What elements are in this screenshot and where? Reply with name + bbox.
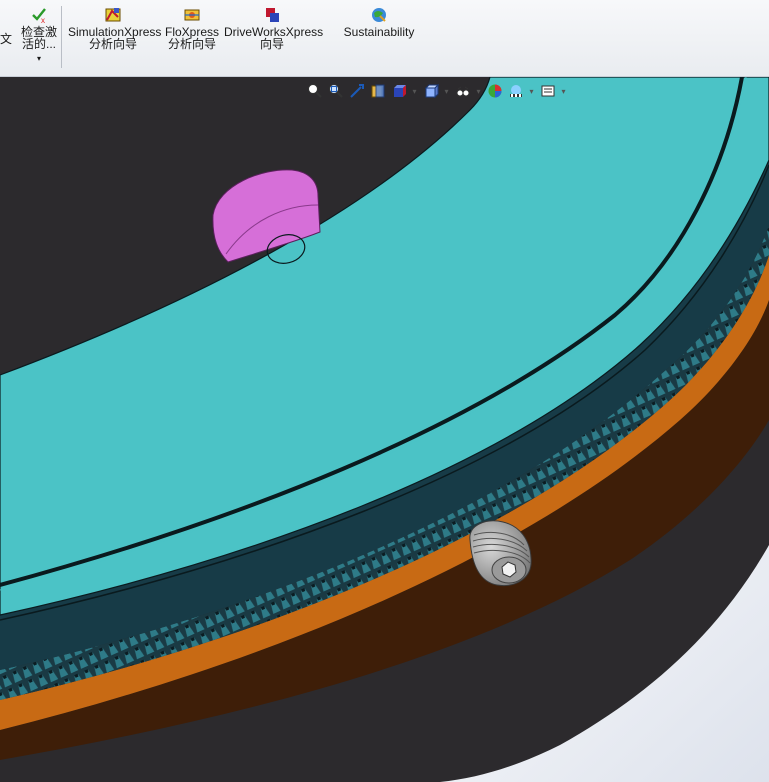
check-activation-icon: x [32, 8, 46, 24]
check-activation-label-line2: 活的... [21, 37, 56, 51]
simulationxpress-label-line2: 分析向导 [88, 37, 137, 51]
view-settings-icon[interactable] [539, 83, 556, 100]
driveworksxpress-button[interactable]: DriveWorksXpress 向导 [224, 6, 323, 51]
ribbon-separator [61, 6, 62, 68]
ribbon-item-partial-label: 文 [0, 32, 13, 46]
display-style-icon[interactable] [422, 83, 439, 100]
heads-up-view-toolbar: ▾ ▾ ▾ ▾ ▾ [306, 81, 567, 101]
check-activation-button[interactable]: x 检查激 活的... ▾ [18, 6, 60, 65]
hide-show-dropdown[interactable]: ▾ [475, 83, 482, 100]
section-view-icon[interactable] [369, 83, 386, 100]
chevron-down-icon[interactable]: ▾ [18, 53, 60, 65]
sustainability-button[interactable]: Sustainability [340, 6, 418, 38]
floxpress-label-line2: 分析向导 [167, 37, 216, 51]
view-settings-dropdown[interactable]: ▾ [560, 83, 567, 100]
simulationxpress-button[interactable]: SimulationXpress 分析向导 [68, 6, 161, 51]
svg-text:x: x [41, 16, 45, 24]
display-style-dropdown[interactable]: ▾ [443, 83, 450, 100]
driveworksxpress-icon [266, 8, 279, 22]
hide-show-items-icon[interactable] [454, 83, 471, 100]
view-orientation-dropdown[interactable]: ▾ [411, 83, 418, 100]
graphics-area[interactable] [0, 77, 769, 782]
zoom-area-icon[interactable] [327, 83, 344, 100]
simulationxpress-icon [105, 8, 121, 22]
model-render [0, 77, 769, 782]
edit-appearance-icon[interactable] [486, 83, 503, 100]
zoom-to-fit-icon[interactable] [306, 83, 323, 100]
floxpress-icon [184, 9, 200, 21]
apply-scene-dropdown[interactable]: ▾ [528, 83, 535, 100]
command-manager-ribbon: 文 x 检查激 活的... ▾ SimulationXpress 分析向导 Fl… [0, 0, 769, 77]
driveworksxpress-label-line2: 向导 [259, 37, 284, 51]
sustainability-label: Sustainability [343, 25, 415, 39]
apply-scene-icon[interactable] [507, 83, 524, 100]
previous-view-icon[interactable] [348, 83, 365, 100]
view-orientation-icon[interactable] [390, 83, 407, 100]
ribbon-item-partial[interactable]: 文 [0, 33, 12, 45]
sustainability-icon [372, 8, 386, 22]
floxpress-button[interactable]: FloXpress 分析向导 [165, 6, 219, 50]
